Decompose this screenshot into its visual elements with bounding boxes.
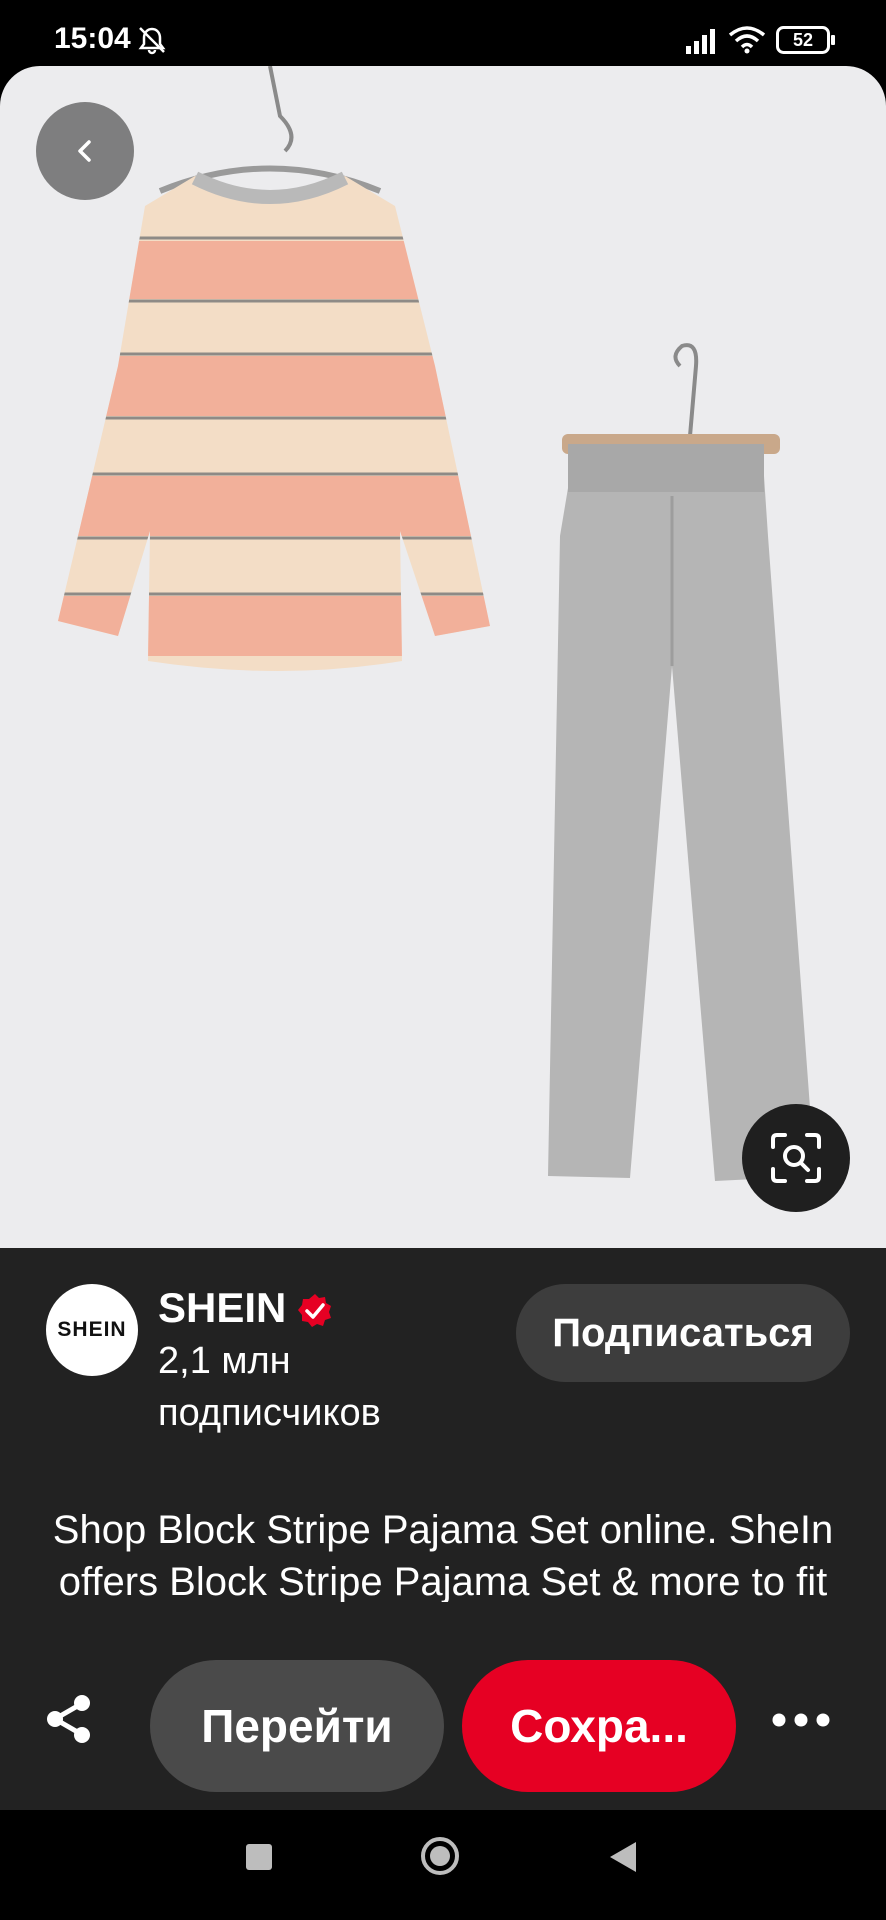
wifi-icon xyxy=(728,26,766,54)
notifications-muted-icon xyxy=(138,27,166,55)
product-image[interactable] xyxy=(0,66,886,1248)
followers-count: 2,1 млн xyxy=(158,1340,291,1382)
battery-icon: 52 xyxy=(776,26,836,54)
avatar-logo: SHEIN xyxy=(57,1318,127,1341)
nav-back-icon[interactable] xyxy=(608,1840,638,1874)
system-nav-bar xyxy=(0,1810,886,1920)
share-icon xyxy=(47,1695,90,1743)
back-button[interactable] xyxy=(36,102,134,200)
recents-icon[interactable] xyxy=(246,1844,272,1870)
home-icon[interactable] xyxy=(420,1836,460,1876)
visual-search-button[interactable] xyxy=(742,1104,850,1212)
go-button[interactable]: Перейти xyxy=(150,1660,444,1792)
brand-name[interactable]: SHEIN xyxy=(158,1284,286,1332)
battery-level: 52 xyxy=(792,30,814,50)
visual-search-icon xyxy=(771,1133,821,1183)
more-options-button[interactable] xyxy=(766,1690,836,1750)
verified-badge-icon xyxy=(298,1294,331,1327)
followers-label: подписчиков xyxy=(158,1392,381,1434)
save-button[interactable]: Сохра... xyxy=(462,1660,736,1792)
chevron-left-icon xyxy=(78,140,91,162)
brand-avatar[interactable]: SHEIN xyxy=(46,1284,138,1376)
share-button[interactable] xyxy=(34,1684,104,1754)
pin-description: Shop Block Stripe Pajama Set online. She… xyxy=(52,1508,834,1602)
subscribe-button[interactable]: Подписаться xyxy=(516,1284,850,1382)
status-time: 15:04 xyxy=(54,22,131,55)
pajama-set-illustration xyxy=(58,66,815,1181)
cellular-signal-icon xyxy=(686,29,715,54)
action-bar: Перейти Сохра... xyxy=(0,1634,886,1810)
more-horizontal-icon xyxy=(772,1713,830,1727)
